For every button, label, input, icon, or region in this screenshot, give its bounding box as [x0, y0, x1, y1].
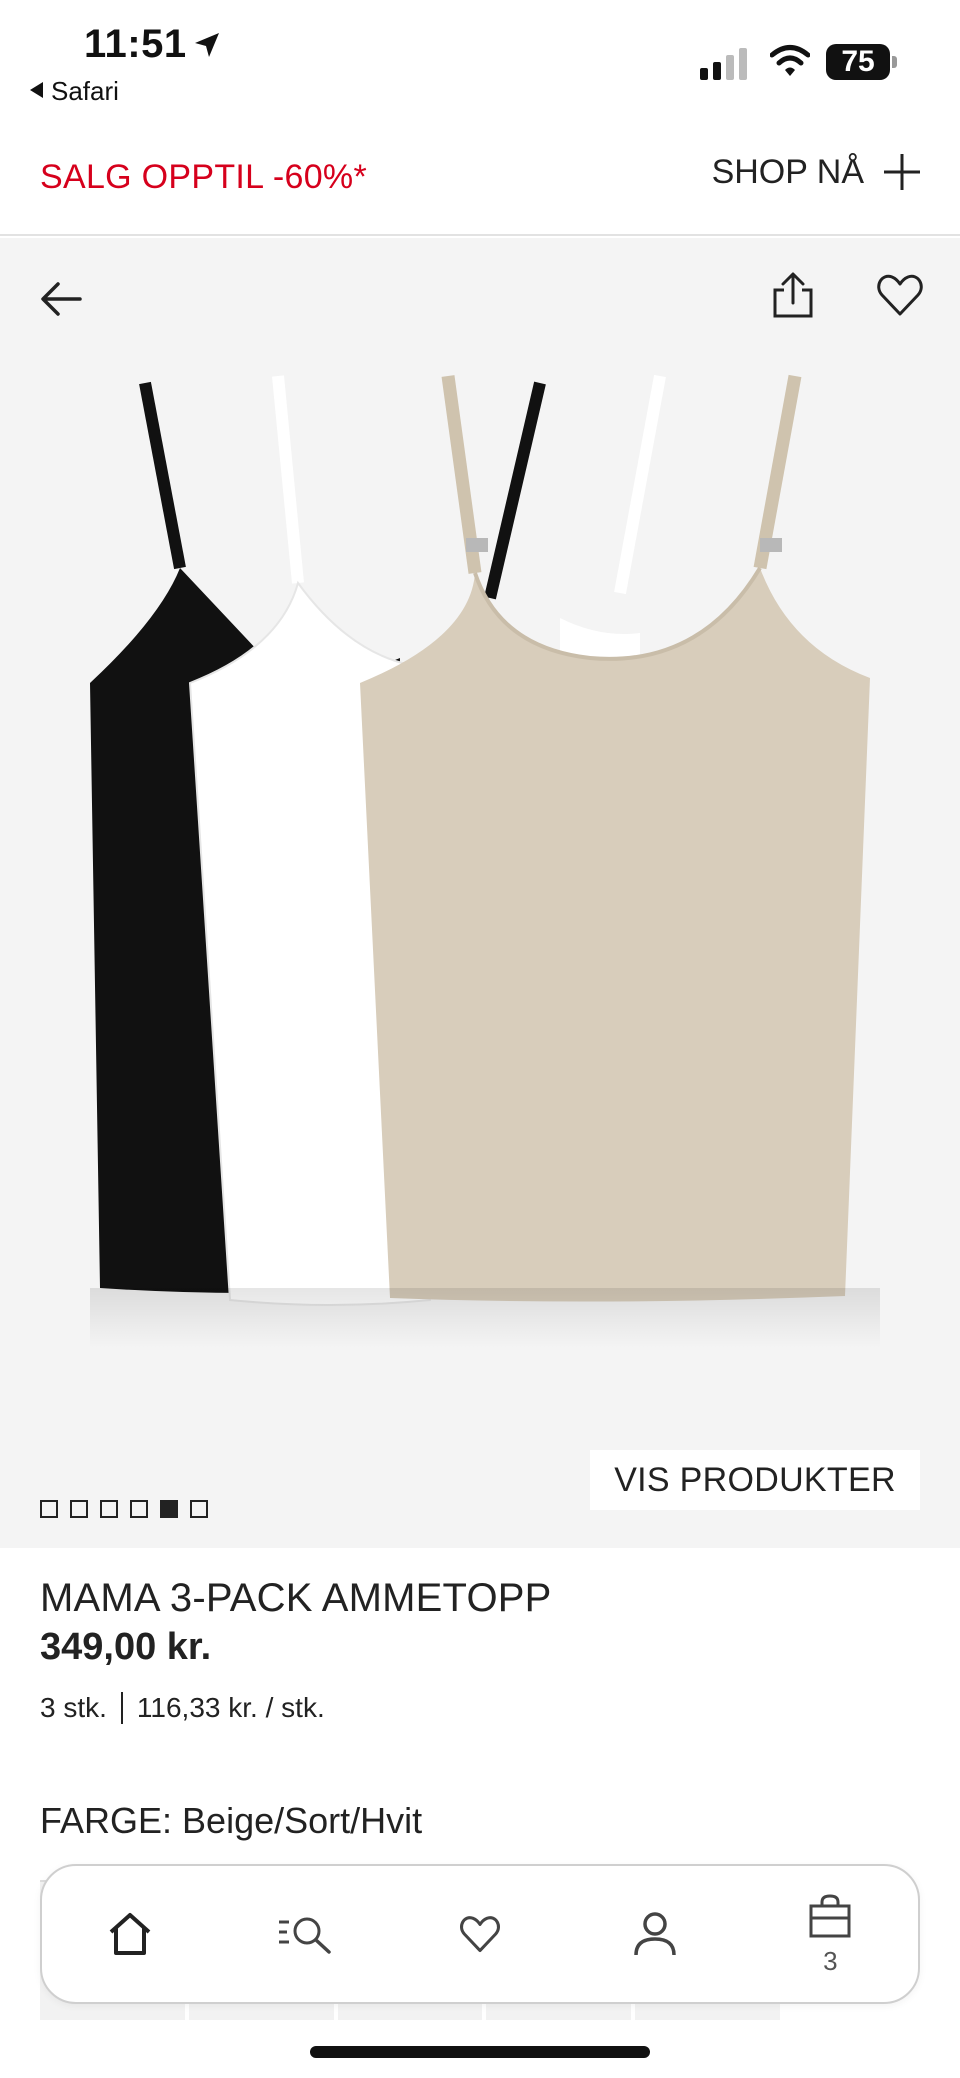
back-to-safari[interactable]: Safari: [30, 76, 119, 107]
gallery-dot-active[interactable]: [160, 1500, 178, 1518]
quantity-text: 3 stk.: [40, 1692, 107, 1723]
home-icon: [109, 1913, 150, 1955]
unit-price-text: 116,33 kr. / stk.: [136, 1692, 325, 1723]
product-price: 349,00 kr.: [40, 1626, 212, 1668]
gallery-dot[interactable]: [70, 1500, 88, 1518]
battery-cap: [892, 56, 897, 68]
user-icon: [634, 1912, 676, 1956]
heart-icon: [459, 1916, 500, 1953]
shop-now-button[interactable]: SHOP NÅ: [712, 152, 922, 192]
wifi-icon: [770, 45, 810, 76]
cellular-signal-icon: [700, 48, 747, 80]
plus-icon: [884, 154, 920, 190]
shop-now-label: SHOP NÅ: [711, 152, 864, 191]
back-triangle-icon: [30, 82, 43, 98]
nav-search[interactable]: [245, 1874, 365, 1994]
gallery-dot[interactable]: [100, 1500, 118, 1518]
gallery-dot[interactable]: [40, 1500, 58, 1518]
status-time: 11:51: [84, 22, 187, 66]
bag-count: 3: [823, 1946, 838, 1976]
bottom-navigation: 3: [40, 1864, 920, 2004]
beige-camisole: [360, 374, 870, 1302]
unit-price-row: 3 stk. 116,33 kr. / stk.: [40, 1692, 325, 1724]
sale-banner-text[interactable]: SALG OPPTIL -60%*: [40, 158, 367, 197]
shopping-bag-icon: [809, 1894, 851, 1938]
back-app-label: Safari: [51, 76, 119, 106]
nav-account[interactable]: [595, 1874, 715, 1994]
product-photo: [90, 374, 880, 1348]
view-products-button[interactable]: VIS PRODUKTER: [590, 1450, 920, 1510]
battery-indicator: 75: [826, 44, 897, 80]
home-indicator[interactable]: [310, 2046, 650, 2058]
color-label: FARGE: Beige/Sort/Hvit: [40, 1800, 423, 1841]
gallery-dot[interactable]: [130, 1500, 148, 1518]
gallery-dot[interactable]: [190, 1500, 208, 1518]
product-title: MAMA 3-PACK AMMETOPP: [40, 1576, 552, 1620]
separator: [120, 1692, 123, 1724]
gallery-pagination: [40, 1500, 208, 1518]
location-arrow-icon: [195, 33, 219, 57]
nav-shopping-bag[interactable]: 3: [770, 1874, 890, 1994]
search-menu-icon: [278, 1917, 331, 1954]
promo-bar: SALG OPPTIL -60%* SHOP NÅ: [0, 120, 960, 236]
product-image-gallery[interactable]: VIS PRODUKTER: [0, 238, 960, 1548]
status-bar: 11:51 Safari 75: [0, 0, 960, 120]
battery-level: 75: [841, 45, 875, 78]
nav-favorites[interactable]: [420, 1874, 540, 1994]
nav-home[interactable]: [70, 1874, 190, 1994]
